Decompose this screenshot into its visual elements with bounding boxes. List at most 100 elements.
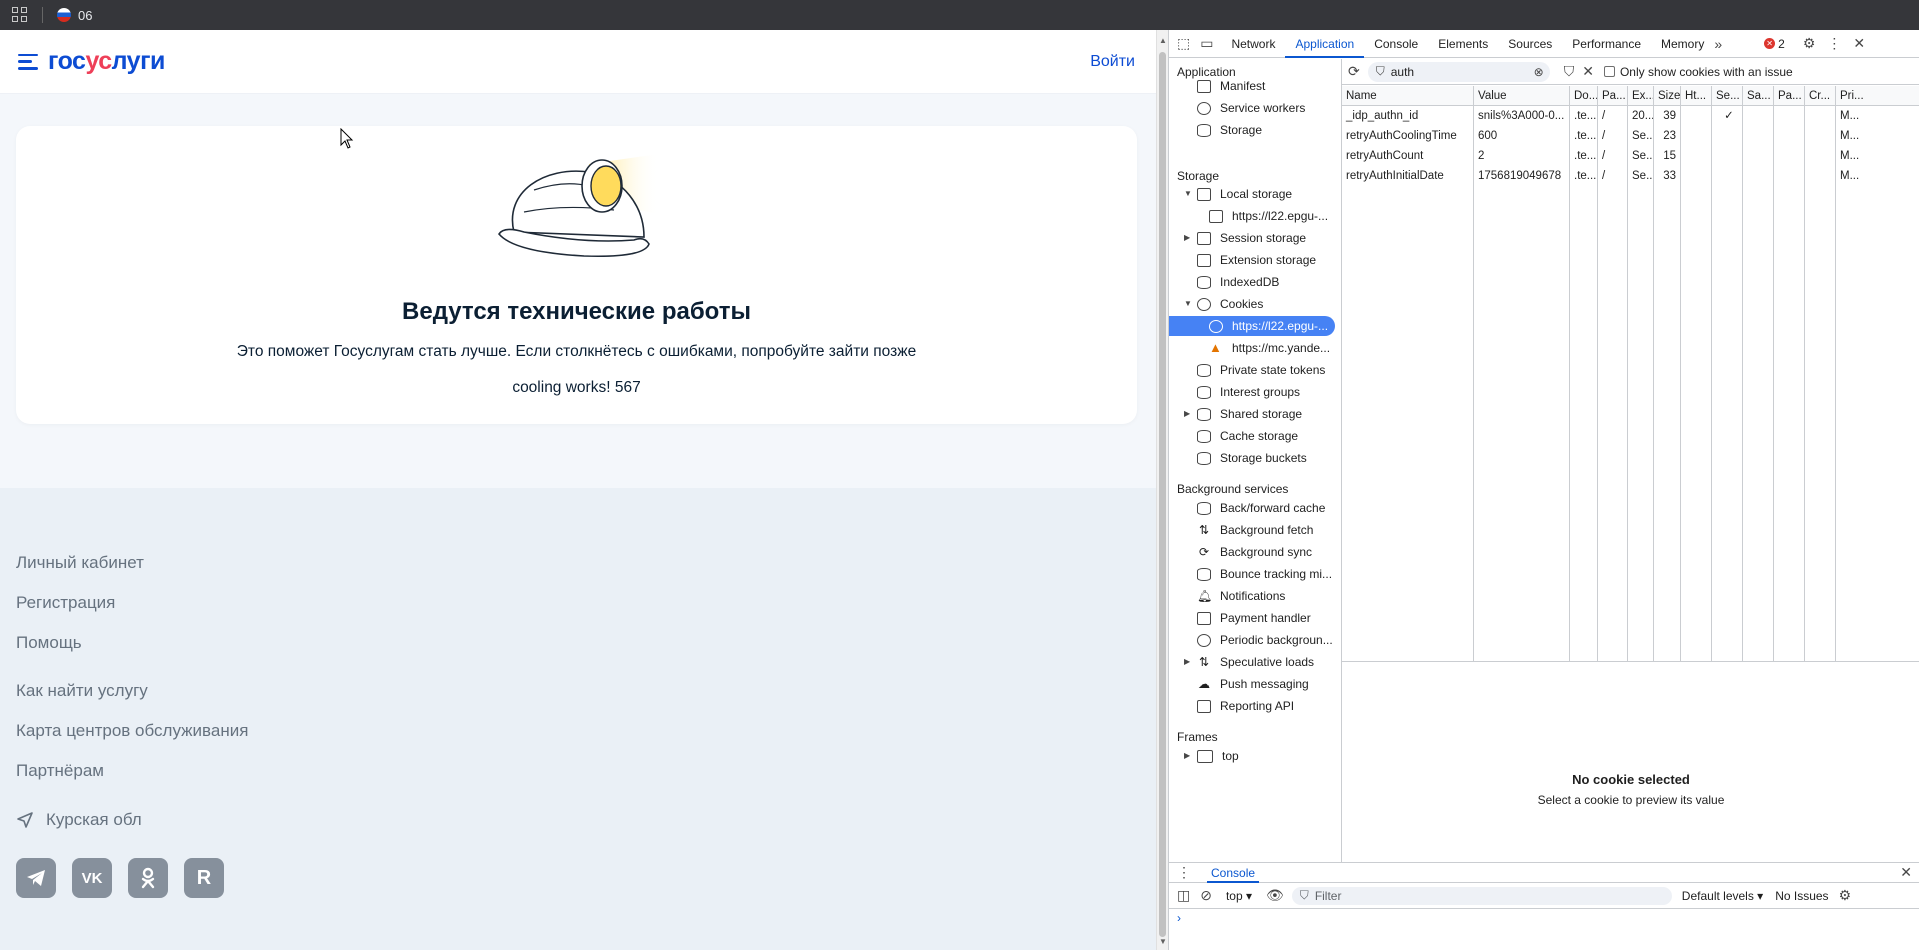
col-domain[interactable]: Do... (1570, 86, 1598, 105)
scroll-down-arrow[interactable]: ▼ (1159, 937, 1167, 946)
refresh-icon[interactable]: ⟳ (1348, 63, 1360, 80)
sidebar-item-bounce-tracking[interactable]: Bounce tracking mi... (1197, 564, 1332, 584)
console-filter-input[interactable]: ⛉ Filter (1291, 886, 1672, 905)
col-httponly[interactable]: Ht... (1681, 86, 1712, 105)
sidebar-item-background-sync[interactable]: ⟳ Background sync (1197, 542, 1312, 562)
sidebar-toggle-icon[interactable]: ◫ (1177, 887, 1190, 904)
context-select[interactable]: top ▾ (1226, 889, 1252, 903)
clear-console-icon[interactable]: ⊘ (1200, 887, 1212, 904)
tab-elements[interactable]: Elements (1428, 30, 1498, 58)
scroll-up-arrow[interactable]: ▲ (1159, 36, 1167, 45)
collapsed-arrow-icon[interactable]: ▶ (1184, 652, 1190, 672)
sidebar-item-session-storage[interactable]: ▶ Session storage (1184, 228, 1306, 248)
tab-network[interactable]: Network (1221, 30, 1285, 58)
issues-counter[interactable]: No Issues (1775, 889, 1828, 903)
footer-link-help[interactable]: Помощь (16, 633, 82, 653)
device-toolbar-icon[interactable]: ▭ (1200, 35, 1213, 52)
tab-application[interactable]: Application (1285, 30, 1365, 58)
expanded-arrow-icon[interactable]: ▼ (1184, 294, 1192, 314)
tab-sources[interactable]: Sources (1498, 30, 1562, 58)
sidebar-item-cache-storage[interactable]: Cache storage (1197, 426, 1298, 446)
sidebar-item-frame-top[interactable]: ▶ top (1184, 746, 1239, 766)
apps-grid-icon[interactable] (12, 7, 28, 23)
sidebar-item-periodic-sync[interactable]: Periodic backgroun... (1197, 630, 1333, 650)
sidebar-item-background-fetch[interactable]: ⇅ Background fetch (1197, 520, 1313, 540)
checkbox-box[interactable] (1603, 66, 1615, 77)
sidebar-item-bfcache[interactable]: Back/forward cache (1197, 498, 1325, 518)
col-size[interactable]: Size (1654, 86, 1681, 105)
sidebar-item-extension-storage[interactable]: Extension storage (1197, 250, 1316, 270)
collapsed-arrow-icon[interactable]: ▶ (1184, 228, 1190, 248)
console-prompt[interactable]: › (1169, 909, 1919, 927)
table-row[interactable]: retryAuthInitialDate 1756819049678 .te... /… (1342, 166, 1919, 186)
gosuslugi-logo[interactable]: госуслуги (48, 47, 165, 76)
collapsed-arrow-icon[interactable]: ▶ (1184, 404, 1190, 424)
kebab-menu-icon[interactable]: ⋮ (1827, 35, 1841, 52)
sidebar-item-cookie-origin-l22[interactable]: https://l22.epgu-... (1169, 316, 1335, 336)
clear-filter-icon[interactable]: ⊗ (1534, 65, 1544, 79)
sidebar-item-cookie-origin-yandex[interactable]: ▲ https://mc.yande... (1209, 338, 1330, 358)
col-expires[interactable]: Ex... (1628, 86, 1654, 105)
sidebar-item-shared-storage[interactable]: ▶ Shared storage (1184, 404, 1302, 424)
table-row[interactable]: _idp_authn_id snils%3A000-0... .te.../20..… (1342, 106, 1919, 126)
footer-link-registration[interactable]: Регистрация (16, 593, 115, 613)
col-samesite[interactable]: Sa... (1743, 86, 1774, 105)
console-settings-icon[interactable]: ⚙ (1839, 887, 1852, 904)
settings-gear-icon[interactable]: ⚙ (1803, 35, 1816, 52)
footer-link-partners[interactable]: Партнёрам (16, 761, 104, 781)
sidebar-item-service-workers[interactable]: Service workers (1197, 98, 1305, 118)
footer-link-cabinet[interactable]: Личный кабинет (16, 553, 144, 573)
menu-icon[interactable] (18, 53, 38, 70)
ok-icon[interactable] (128, 858, 168, 898)
region-selector[interactable]: Курская обл (16, 810, 142, 830)
drawer-tab-console[interactable]: Console (1207, 863, 1260, 883)
sidebar-item-push-messaging[interactable]: ☁ Push messaging (1197, 674, 1309, 694)
sidebar-item-storage-buckets[interactable]: Storage buckets (1197, 448, 1307, 468)
footer-link-find-service[interactable]: Как найти услугу (16, 681, 148, 701)
collapsed-arrow-icon[interactable]: ▶ (1184, 746, 1190, 766)
col-value[interactable]: Value (1474, 86, 1570, 105)
scrollbar-thumb[interactable] (1159, 52, 1166, 937)
col-name[interactable]: Name (1342, 86, 1474, 105)
footer-link-service-map[interactable]: Карта центров обслуживания (16, 721, 248, 741)
error-counter[interactable]: ✕ 2 (1764, 37, 1785, 51)
expanded-arrow-icon[interactable]: ▼ (1184, 184, 1192, 204)
col-secure[interactable]: Se... (1712, 86, 1743, 105)
col-path[interactable]: Pa... (1598, 86, 1628, 105)
tab-memory[interactable]: Memory (1651, 30, 1714, 58)
table-row[interactable]: retryAuthCoolingTime 600 .te... / Se... 23 M..… (1342, 126, 1919, 146)
vk-icon[interactable]: VK (72, 858, 112, 898)
tab-console[interactable]: Console (1364, 30, 1428, 58)
sidebar-item-interest-groups[interactable]: Interest groups (1197, 382, 1300, 402)
col-partition-key[interactable]: Pa... (1774, 86, 1805, 105)
col-cross-site[interactable]: Cr... (1805, 86, 1836, 105)
col-priority[interactable]: Pri... (1836, 86, 1919, 105)
log-levels-select[interactable]: Default levels ▾ (1682, 889, 1763, 903)
inspect-element-icon[interactable]: ⬚ (1177, 35, 1190, 52)
close-devtools-icon[interactable]: ✕ (1853, 35, 1865, 52)
tab-performance[interactable]: Performance (1562, 30, 1651, 58)
delete-all-cookies-icon[interactable]: ✕ (1582, 63, 1594, 80)
sidebar-item-local-storage-origin[interactable]: https://l22.epgu-... (1209, 206, 1328, 226)
close-drawer-icon[interactable]: ✕ (1900, 864, 1912, 881)
sidebar-item-storage[interactable]: Storage (1197, 120, 1262, 140)
telegram-icon[interactable] (16, 858, 56, 898)
sidebar-item-local-storage[interactable]: ▼ Local storage (1184, 184, 1292, 204)
sidebar-item-private-state-tokens[interactable]: Private state tokens (1197, 360, 1325, 380)
table-row[interactable]: retryAuthCount 2 .te... / Se... 15 M... (1342, 146, 1919, 166)
sidebar-item-payment-handler[interactable]: Payment handler (1197, 608, 1311, 628)
sidebar-item-notifications[interactable]: 🔔︎ Notifications (1197, 586, 1285, 606)
drawer-menu-icon[interactable]: ⋮ (1177, 864, 1191, 881)
sidebar-item-indexeddb[interactable]: IndexedDB (1197, 272, 1279, 292)
more-tabs-icon[interactable]: » (1714, 36, 1722, 52)
clear-filtered-cookies-icon[interactable]: ⛉ (1564, 63, 1575, 80)
sidebar-item-manifest[interactable]: Manifest (1197, 76, 1265, 96)
sidebar-item-speculative-loads[interactable]: ▶ ⇅ Speculative loads (1184, 652, 1314, 672)
login-link[interactable]: Войти (1090, 53, 1135, 71)
page-scrollbar[interactable]: ▲ ▼ (1156, 30, 1168, 950)
rutube-icon[interactable]: R (184, 858, 224, 898)
cookie-filter-input[interactable]: ⛉ auth ⊗ (1367, 61, 1550, 82)
sidebar-item-cookies[interactable]: ▼ Cookies (1184, 294, 1263, 314)
eye-icon[interactable]: 👁︎ (1266, 887, 1284, 904)
sidebar-item-reporting-api[interactable]: Reporting API (1197, 696, 1294, 716)
